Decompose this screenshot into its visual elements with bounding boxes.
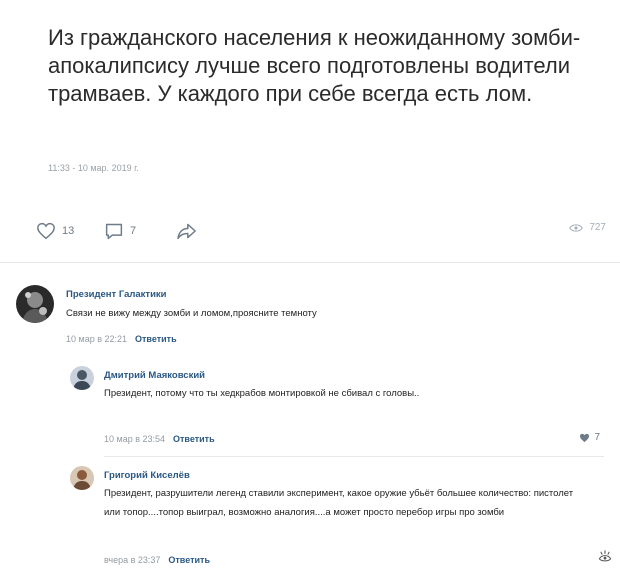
comment-meta: вчера в 23:37 Ответить [104, 555, 210, 565]
eye-icon [569, 223, 584, 232]
comment-text: Президент, потому что ты хедкрабов монти… [104, 388, 420, 399]
comment-author[interactable]: Григорий Киселёв [104, 470, 190, 481]
heart-icon [37, 222, 55, 240]
comment-text: Президент, разрушители легенд ставили эк… [104, 488, 574, 518]
heart-small-icon [580, 433, 590, 442]
comment-date: вчера в 23:37 [104, 555, 161, 565]
watermark-icon [598, 549, 612, 566]
likes-count: 13 [62, 225, 75, 237]
comment-meta: 10 мар в 22:21 Ответить [66, 334, 177, 344]
comment-like-button[interactable]: 7 [579, 432, 600, 443]
post-actions: 13 7 727 [36, 222, 606, 246]
post-text: Из гражданского населения к неожиданному… [48, 25, 581, 106]
section-divider [0, 262, 620, 263]
views-count: 727 [589, 222, 606, 233]
post-timestamp: 11:33 - 10 мар. 2019 г. [48, 163, 139, 173]
comment-divider [104, 456, 604, 457]
comment-icon [105, 223, 123, 240]
reply-button[interactable]: Ответить [168, 555, 210, 565]
comment-date: 10 мар в 22:21 [66, 334, 128, 344]
comment-author[interactable]: Президент Галактики [66, 289, 167, 300]
comment-likes-count: 7 [594, 432, 600, 443]
comments-count: 7 [130, 225, 137, 237]
comment-text: Связи не вижу между зомби и ломом,проясн… [66, 308, 317, 319]
like-button[interactable]: 13 [36, 222, 74, 240]
comment-date: 10 мар в 23:54 [104, 434, 166, 444]
avatar[interactable] [16, 285, 54, 323]
reply-button[interactable]: Ответить [173, 434, 215, 444]
views-counter: 727 [569, 222, 606, 233]
avatar[interactable] [70, 366, 94, 390]
comment-button[interactable]: 7 [104, 222, 136, 240]
comment-meta: 10 мар в 23:54 Ответить [104, 434, 215, 444]
comment-author[interactable]: Дмитрий Маяковский [104, 370, 205, 381]
avatar[interactable] [70, 466, 94, 490]
reply-button[interactable]: Ответить [135, 334, 177, 344]
share-icon [177, 223, 196, 240]
share-button[interactable] [176, 222, 198, 240]
